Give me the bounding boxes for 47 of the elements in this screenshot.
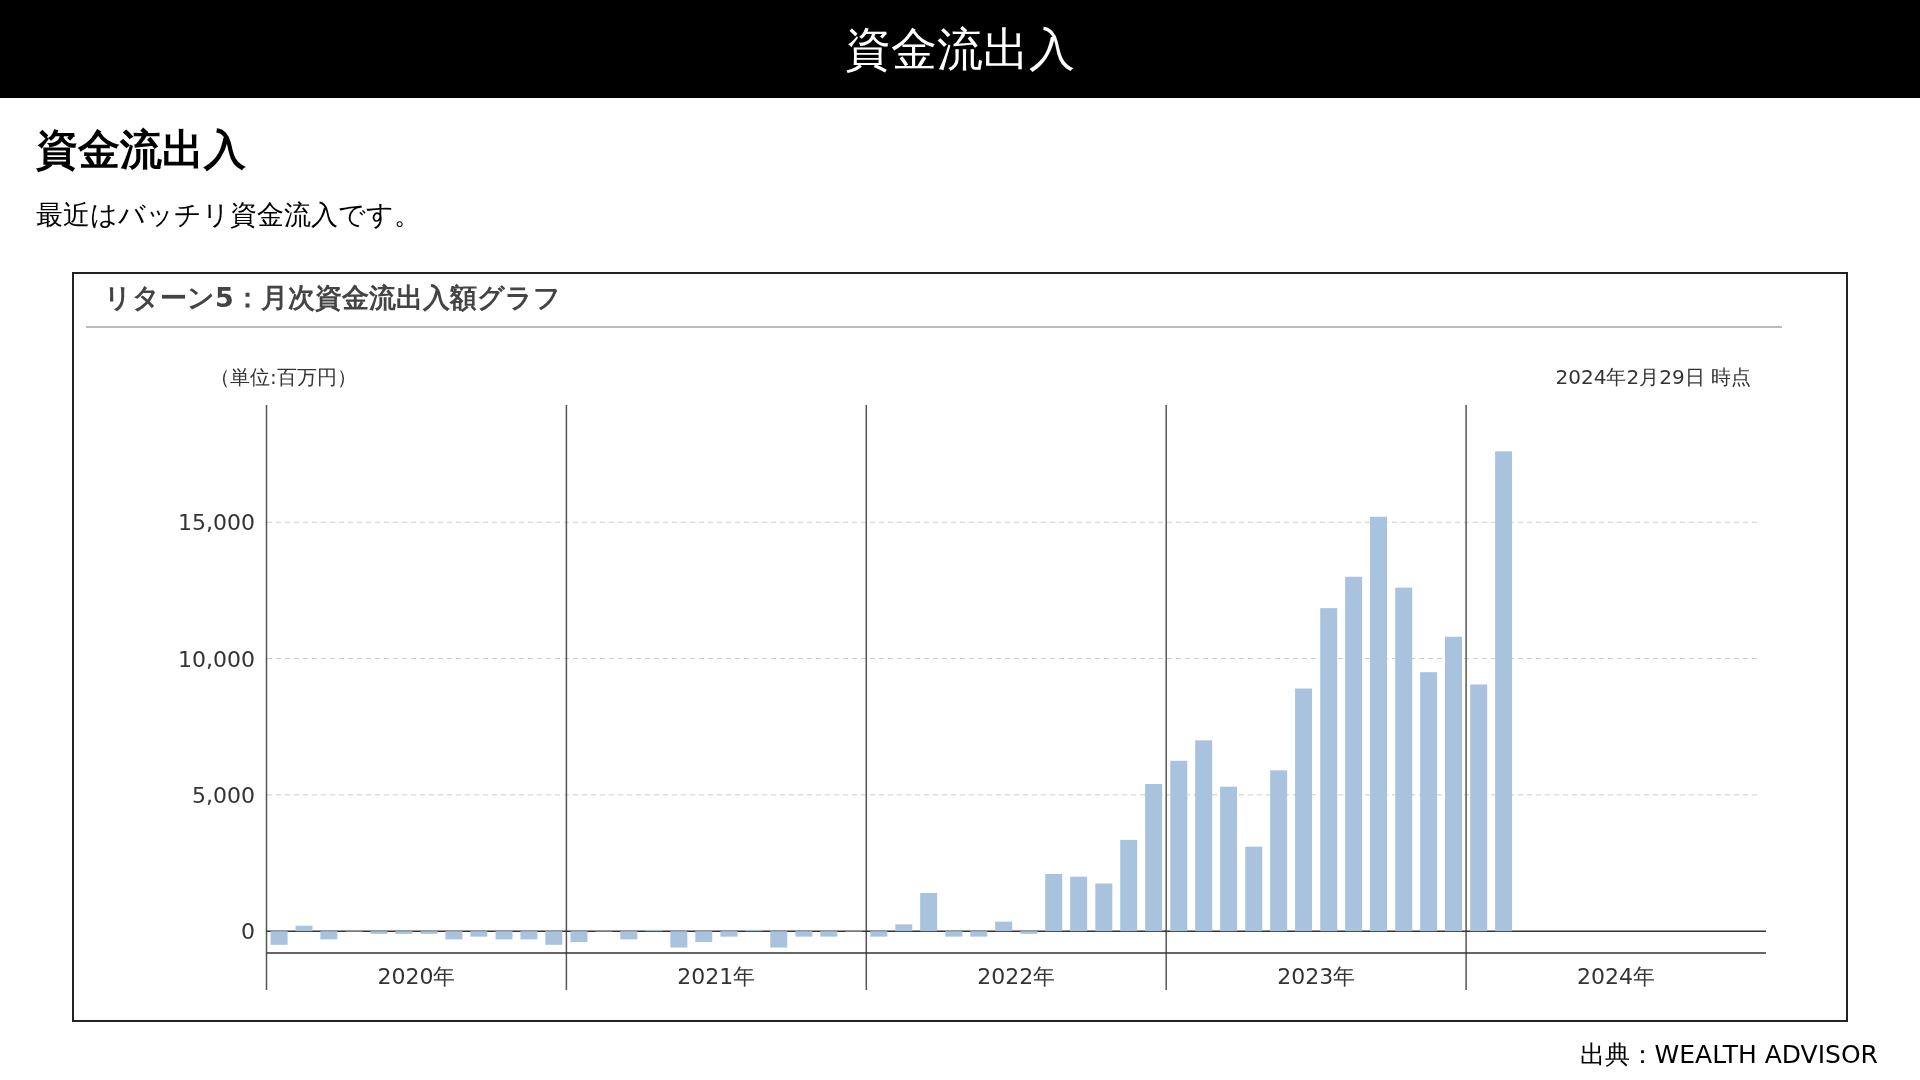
page-heading: 資金流出入 (36, 124, 247, 176)
bar (945, 931, 963, 937)
bar (770, 931, 788, 948)
bar (420, 931, 438, 934)
bar (1070, 876, 1088, 932)
bar (795, 931, 813, 937)
date-label: 2024年2月29日 時点 (1555, 365, 1751, 389)
bar (745, 929, 763, 932)
bar (695, 931, 713, 943)
bar (870, 931, 888, 937)
chart-title: リターン5：月次資金流出入額グラフ (104, 281, 561, 313)
axis-label: 2020年 (377, 964, 456, 989)
bar (720, 931, 738, 937)
bar (920, 893, 938, 932)
axis-label: 15,000 (178, 510, 255, 536)
axis-label: 5,000 (192, 782, 255, 808)
bar (320, 931, 338, 940)
bar (370, 931, 388, 934)
axis-label: 2023年 (1277, 964, 1356, 989)
bar (620, 931, 638, 940)
axis-label: 2021年 (677, 964, 756, 989)
bar (970, 931, 988, 937)
lead-text: 最近はバッチリ資金流入です。 (36, 198, 422, 232)
bar (1045, 873, 1063, 932)
bar (670, 931, 688, 948)
bar (570, 931, 588, 943)
bar (495, 931, 513, 940)
axis-label: 2024年 (1577, 964, 1656, 989)
axis-label: 10,000 (178, 646, 255, 672)
unit-label: （単位:百万円） (210, 365, 357, 389)
bar (520, 931, 538, 940)
bar (270, 931, 288, 945)
bar (645, 929, 663, 932)
bar (395, 931, 413, 934)
bar (295, 925, 313, 932)
bar (1020, 931, 1038, 934)
bar (445, 931, 463, 940)
bar (470, 931, 488, 937)
axis-label: 0 (241, 919, 255, 945)
bar (895, 924, 913, 932)
bar (995, 921, 1013, 932)
source-text: 出典：WEALTH ADVISOR (1579, 1039, 1878, 1069)
bar (1095, 883, 1113, 932)
axis-label: 2022年 (977, 964, 1056, 989)
bar (545, 931, 563, 945)
bar (820, 931, 838, 937)
header-title: 資金流出入 (845, 20, 1075, 78)
